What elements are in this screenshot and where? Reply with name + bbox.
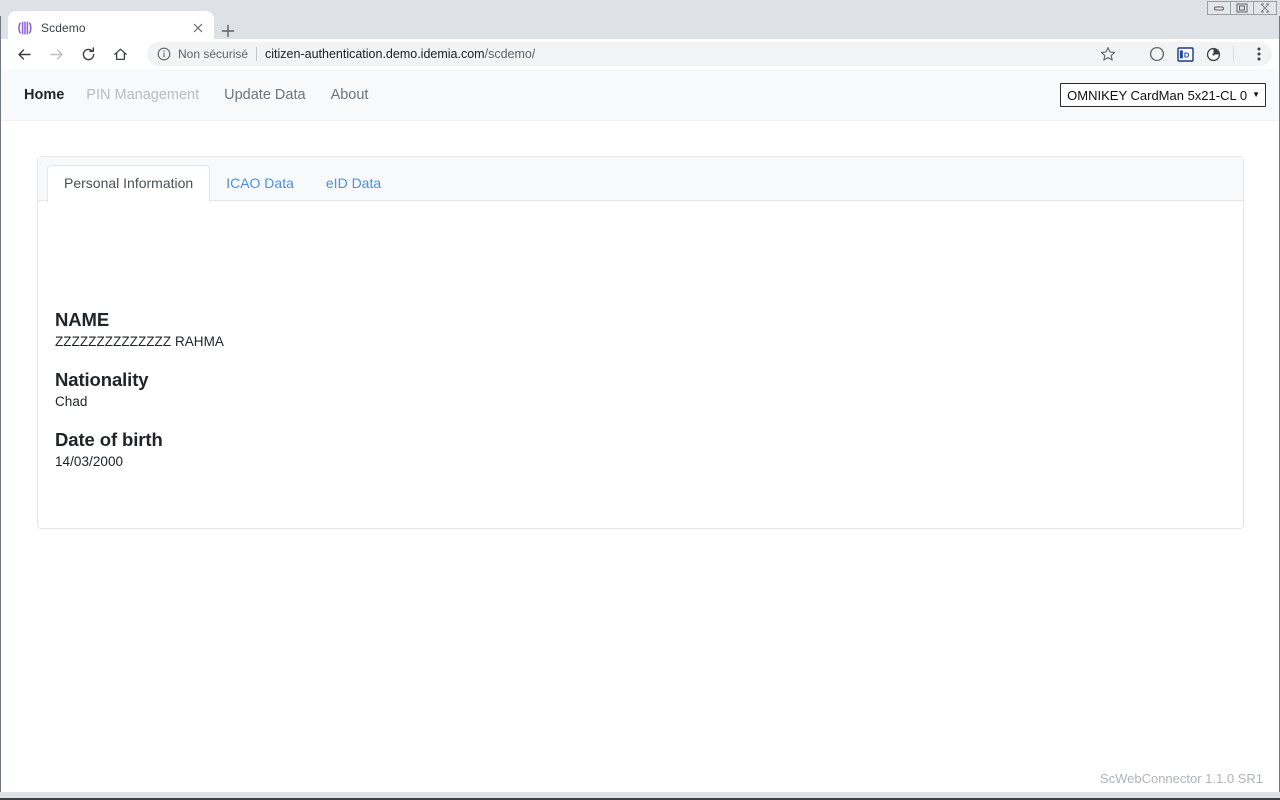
url-domain: citizen-authentication.demo.idemia.com [265, 47, 485, 61]
address-bar-url: citizen-authentication.demo.idemia.com/s… [265, 47, 535, 61]
security-status-label: Non sécurisé [178, 47, 249, 61]
app-navbar: Home PIN Management Update Data About OM… [1, 69, 1279, 121]
info-circle-icon[interactable] [156, 46, 172, 62]
bookmark-button[interactable] [1096, 42, 1120, 66]
field-value-nationality: Chad [55, 394, 88, 409]
reload-button[interactable] [74, 40, 102, 68]
back-arrow-icon [17, 48, 31, 60]
nav-item-about[interactable]: About [331, 87, 381, 103]
extension-swirl-button[interactable] [1199, 42, 1227, 66]
extension-icons: D [1143, 42, 1240, 66]
url-path: /scdemo/ [484, 47, 536, 61]
star-icon [1100, 47, 1116, 61]
id-badge-icon: D [1176, 46, 1194, 62]
back-button[interactable] [10, 40, 38, 68]
browser-menu-button[interactable] [1246, 42, 1272, 66]
personal-data-card: Personal Information ICAO Data eID Data … [37, 156, 1244, 529]
tab-close-icon[interactable] [190, 20, 206, 36]
page-viewport: Home PIN Management Update Data About OM… [1, 69, 1279, 792]
extension-circle-moon-button[interactable] [1143, 42, 1171, 66]
svg-text:D: D [1183, 50, 1189, 59]
extension-id-badge-button[interactable]: D [1171, 42, 1199, 66]
circle-moon-icon [1149, 46, 1165, 62]
nav-item-pin-management[interactable]: PIN Management [86, 87, 211, 103]
field-label-date-of-birth: Date of birth [55, 429, 163, 450]
tab-icao-data[interactable]: ICAO Data [210, 166, 310, 202]
omnibox-divider [256, 47, 258, 61]
signal-waves-icon [16, 20, 32, 36]
browser-tab-title: Scdemo [41, 21, 86, 35]
card-reader-select[interactable]: OMNIKEY CardMan 5x21-CL 0 ▼ [1060, 83, 1266, 107]
window-left-edge [0, 16, 1, 796]
field-value-date-of-birth: 14/03/2000 [55, 454, 124, 469]
field-value-name: ZZZZZZZZZZZZZZ RAHMA [55, 334, 224, 349]
field-label-name: NAME [55, 309, 110, 330]
toolbar-divider [1233, 46, 1234, 62]
nav-item-home[interactable]: Home [24, 87, 64, 103]
three-dots-menu-icon [1257, 47, 1261, 61]
browser-toolbar: Non sécurisé citizen-authentication.demo… [0, 39, 1280, 69]
tab-personal-information[interactable]: Personal Information [47, 165, 211, 203]
os-window: Scdemo Non sécurisé citizen-authenticati… [0, 0, 1280, 800]
forward-button [42, 40, 70, 68]
chevron-down-icon: ▼ [1252, 90, 1260, 99]
portrait-photo-placeholder [55, 201, 1226, 309]
card-reader-select-value: OMNIKEY CardMan 5x21-CL 0 [1067, 87, 1248, 103]
nav-item-update-data[interactable]: Update Data [224, 87, 317, 103]
home-button[interactable] [106, 40, 134, 68]
forward-arrow-icon [49, 48, 63, 60]
home-icon [113, 48, 127, 60]
card-tab-body: NAME ZZZZZZZZZZZZZZ RAHMA Nationality Ch… [38, 201, 1243, 469]
browser-tab-strip: Scdemo [0, 6, 1280, 45]
app-version-label: ScWebConnector 1.1.0 SR1 [1099, 771, 1263, 786]
field-label-nationality: Nationality [55, 369, 149, 390]
reload-icon [82, 46, 94, 60]
card-tabs: Personal Information ICAO Data eID Data [47, 165, 397, 203]
swirl-icon [1206, 47, 1220, 61]
tab-eid-data[interactable]: eID Data [310, 166, 397, 202]
app-nav-links: Home PIN Management Update Data About [24, 69, 393, 121]
plus-icon [221, 24, 235, 38]
